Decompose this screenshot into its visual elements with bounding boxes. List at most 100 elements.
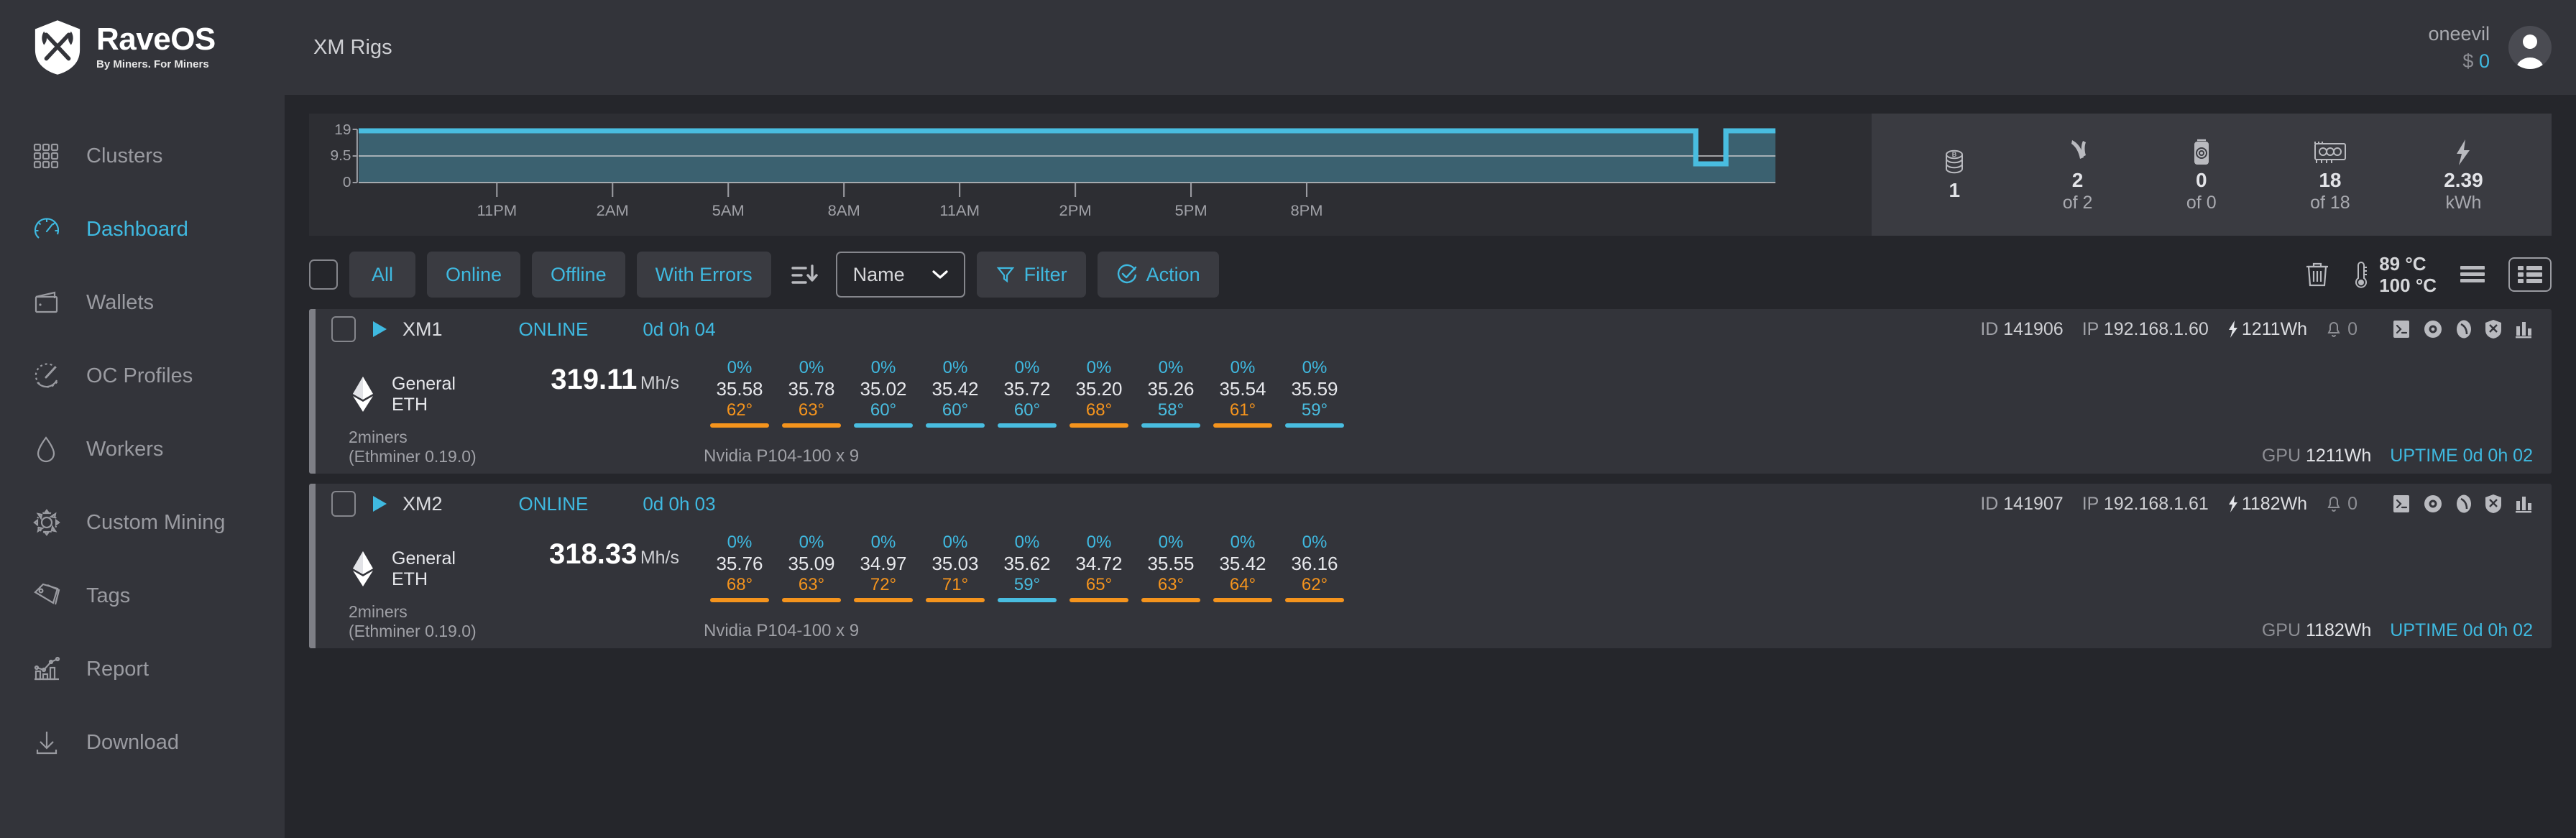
gpu-reject-pct: 0%: [1230, 358, 1256, 377]
gpu-item[interactable]: 0% 35.03 71°: [919, 533, 991, 602]
sort-select[interactable]: Name: [835, 252, 965, 298]
stat-value: 1: [1949, 179, 1961, 201]
gpu-item[interactable]: 0% 35.59 59°: [1279, 358, 1351, 428]
rig-expand-toggle[interactable]: [373, 321, 387, 337]
rig-status: ONLINE: [518, 492, 589, 515]
gpu-reject-pct: 0%: [1302, 358, 1328, 377]
stats-icon[interactable]: [2514, 319, 2533, 339]
rig-select-checkbox[interactable]: [331, 316, 356, 342]
rig-coin: General ETH: [349, 351, 514, 428]
filter-tab-all[interactable]: All: [349, 252, 415, 298]
rig-gpu-power-label: GPU: [2261, 620, 2301, 640]
rig-alerts[interactable]: 0: [2326, 494, 2358, 515]
detailed-view-button[interactable]: [2508, 257, 2552, 292]
temperature-thresholds[interactable]: 89 °C 100 °C: [2352, 253, 2437, 296]
shield-icon[interactable]: [2485, 494, 2502, 514]
sidebar-item-dashboard[interactable]: Dashboard: [0, 193, 285, 266]
gpu-reject-pct: 0%: [1014, 533, 1040, 552]
sidebar-item-tags[interactable]: Tags: [0, 559, 285, 632]
action-button[interactable]: Action: [1097, 252, 1219, 298]
compact-view-button[interactable]: [2458, 262, 2487, 287]
gpu-temp: 71°: [942, 575, 969, 594]
chart-icon: [32, 654, 72, 684]
page-title: XM Rigs: [313, 35, 392, 59]
delete-button[interactable]: [2304, 260, 2330, 289]
gpu-item[interactable]: 0% 36.16 62°: [1279, 533, 1351, 602]
sidebar-item-clusters[interactable]: Clusters: [0, 119, 285, 193]
gpu-item[interactable]: 0% 35.42 64°: [1207, 533, 1279, 602]
check-circle-icon: [1117, 264, 1136, 284]
no-mining-icon[interactable]: [2455, 494, 2472, 514]
select-all-checkbox[interactable]: [309, 259, 338, 290]
sidebar-item-oc-profiles[interactable]: OC Profiles: [0, 339, 285, 413]
gpu-temp-bar: [1141, 598, 1200, 602]
gpu-item[interactable]: 0% 35.20 68°: [1063, 358, 1135, 428]
gpu-item[interactable]: 0% 35.54 61°: [1207, 358, 1279, 428]
rig-select-checkbox[interactable]: [331, 491, 356, 517]
gpu-item[interactable]: 0% 35.26 58°: [1135, 358, 1207, 428]
gpu-item[interactable]: 0% 35.09 63°: [776, 533, 847, 602]
user-block[interactable]: oneevil $ 0: [2428, 20, 2552, 75]
stats-icon[interactable]: [2514, 494, 2533, 514]
sidebar: RaveOS By Miners. For Miners Clusters Da…: [0, 0, 285, 838]
x-tick-label: 8AM: [828, 202, 860, 218]
gpu-item[interactable]: 0% 35.02 60°: [847, 358, 919, 428]
pickaxe-icon: [2064, 137, 2092, 168]
stat-coins[interactable]: B 1: [1940, 147, 1969, 203]
gpu-temp: 63°: [798, 575, 825, 594]
x-tick-label: 5AM: [712, 202, 745, 218]
filter-tab-with-errors[interactable]: With Errors: [636, 252, 771, 298]
rig-miner-info: 2miners (Ethminer 0.19.0): [349, 602, 514, 641]
gpu-item[interactable]: 0% 35.78 63°: [776, 358, 847, 428]
rig-uptime-top: 0d 0h 03: [643, 492, 716, 515]
stat-rigs[interactable]: 2 of 2: [2063, 137, 2092, 213]
sidebar-item-workers[interactable]: Workers: [0, 413, 285, 486]
sidebar-item-download[interactable]: Download: [0, 706, 285, 779]
rig-pool: 2miners: [349, 602, 408, 621]
console-icon[interactable]: [2392, 319, 2411, 339]
gpu-item[interactable]: 0% 35.62 59°: [991, 533, 1063, 602]
eye-icon[interactable]: [2423, 319, 2443, 339]
sidebar-item-report[interactable]: Report: [0, 632, 285, 706]
ethereum-icon: [353, 551, 373, 586]
main-area: XM Rigs oneevil $ 0 19 9.5 0 11PM 2AM 5A…: [285, 0, 2576, 838]
sidebar-item-custom-mining[interactable]: Custom Mining: [0, 486, 285, 559]
console-icon[interactable]: [2392, 494, 2411, 514]
gpu-temp: 60°: [942, 400, 969, 420]
filter-tab-offline[interactable]: Offline: [532, 252, 625, 298]
gpu-item[interactable]: 0% 34.97 72°: [847, 533, 919, 602]
online-gpu-chart[interactable]: 19 9.5 0 11PM 2AM 5AM 8AM 11AM 2PM 5PM 8…: [309, 114, 1872, 236]
eye-icon[interactable]: [2423, 494, 2443, 514]
gpu-temp-bar: [998, 423, 1057, 428]
gpu-hashrate: 35.55: [1147, 553, 1195, 574]
action-button-label: Action: [1146, 263, 1200, 285]
gpu-item[interactable]: 0% 34.72 65°: [1063, 533, 1135, 602]
gpu-item[interactable]: 0% 35.58 62°: [704, 358, 776, 428]
rig-status: ONLINE: [518, 318, 589, 340]
stat-asics[interactable]: 0 of 0: [2186, 137, 2217, 213]
rig-footer: 2miners (Ethminer 0.19.0) Nvidia P104-10…: [316, 602, 2552, 648]
gpu-item[interactable]: 0% 35.72 60°: [991, 358, 1063, 428]
gpu-temp-bar: [1213, 423, 1272, 428]
avatar[interactable]: [2508, 26, 2552, 69]
sort-icon[interactable]: [788, 259, 819, 290]
gpu-item[interactable]: 0% 35.76 68°: [704, 533, 776, 602]
gpu-temp-bar: [1141, 423, 1200, 428]
sidebar-item-wallets[interactable]: Wallets: [0, 266, 285, 339]
stat-gpus[interactable]: 18 of 18: [2310, 137, 2350, 213]
stat-power[interactable]: 2.39 kWh: [2444, 137, 2483, 213]
gpu-reject-pct: 0%: [1158, 533, 1184, 552]
brand-logo[interactable]: RaveOS By Miners. For Miners: [0, 0, 285, 95]
rig-ip-value: 192.168.1.61: [2103, 493, 2209, 514]
gpu-item[interactable]: 0% 35.55 63°: [1135, 533, 1207, 602]
bolt-icon: [2228, 321, 2237, 338]
filter-tab-online[interactable]: Online: [427, 252, 521, 298]
gpu-temp-bar: [710, 423, 769, 428]
rig-expand-toggle[interactable]: [373, 496, 387, 512]
no-mining-icon[interactable]: [2455, 319, 2472, 339]
shield-icon[interactable]: [2485, 319, 2502, 339]
filter-button[interactable]: Filter: [976, 252, 1086, 298]
rig-toolbar: All Online Offline With Errors Name Filt…: [309, 240, 2552, 309]
gpu-item[interactable]: 0% 35.42 60°: [919, 358, 991, 428]
rig-alerts[interactable]: 0: [2326, 319, 2358, 340]
